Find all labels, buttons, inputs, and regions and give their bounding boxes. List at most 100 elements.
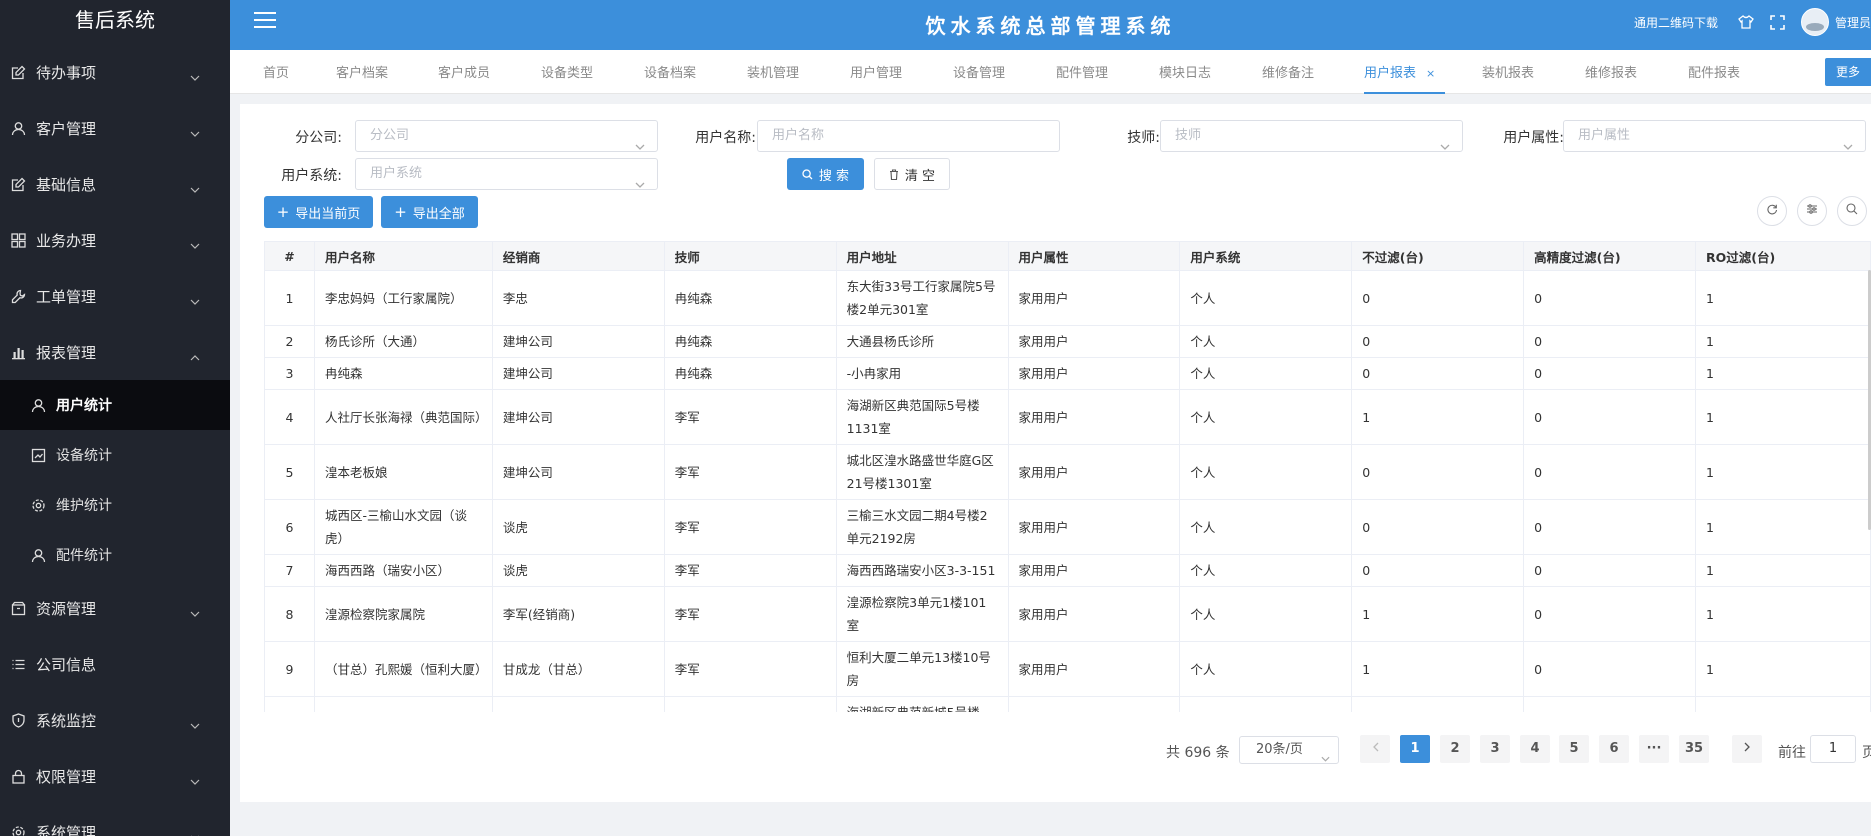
table-row[interactable]: 6 城西区-三榆山水文园（谈虎） 谈虎 李军 三榆三水文园二期4号楼2单元2192房 家用… bbox=[264, 499, 1871, 555]
tab-3[interactable]: 设备类型 bbox=[541, 50, 593, 94]
column-header[interactable]: # bbox=[264, 241, 315, 271]
table-cell: 家用用户 bbox=[1007, 696, 1181, 712]
table-cell: 家用用户 bbox=[1007, 357, 1181, 390]
tab-12[interactable]: 装机报表 bbox=[1482, 50, 1534, 94]
table-row[interactable]: 9 （甘总）孔熙媛（恒利大厦） 甘成龙（甘总） 李军 恒利大厦二单元13楼10号房 家用用… bbox=[264, 641, 1871, 697]
column-header[interactable]: 不过滤(台) bbox=[1351, 241, 1525, 271]
tab-13[interactable]: 维修报表 bbox=[1585, 50, 1637, 94]
sidebar-items-0[interactable]: 待办事项 bbox=[0, 44, 230, 100]
theme-icon[interactable] bbox=[1738, 15, 1754, 29]
tab-5[interactable]: 装机管理 bbox=[747, 50, 799, 94]
refresh-button[interactable] bbox=[1757, 196, 1787, 226]
sidebar-subitem-0[interactable]: 用户统计 bbox=[0, 380, 230, 430]
column-header[interactable]: RO过滤(台) bbox=[1695, 241, 1871, 271]
page-button[interactable]: 6 bbox=[1599, 735, 1629, 763]
table-row[interactable]: 7 海西西路（瑞安小区） 谈虎 李军 海西西路瑞安小区3-3-151 家用用户 个人 0 0 1 bbox=[264, 554, 1871, 587]
table-cell: 湟源检察院家属院 bbox=[313, 586, 493, 642]
table-cell: 0 bbox=[1523, 586, 1697, 642]
page-button[interactable]: 4 bbox=[1520, 735, 1550, 763]
more-tabs-button[interactable]: 更多 bbox=[1825, 58, 1871, 86]
export-all-button[interactable]: + 导出全部 bbox=[381, 196, 478, 228]
table-cell: 海西西路瑞安小区3-3-151 bbox=[835, 554, 1009, 587]
tab-label: 客户档案 bbox=[336, 66, 389, 81]
qr-download-link[interactable]: 通用二维码下载 bbox=[1634, 14, 1718, 31]
tab-10[interactable]: 维修备注 bbox=[1262, 50, 1314, 94]
table-row[interactable]: 2 杨氏诊所（大通） 建坤公司 冉纯森 大通县杨氏诊所 家用用户 个人 0 0 1 bbox=[264, 325, 1871, 358]
sidebar-subitem-2[interactable]: 维护统计 bbox=[0, 480, 230, 530]
pagination-total: 共 696 条 bbox=[1166, 745, 1230, 761]
sidebar-items-2[interactable]: 基础信息 bbox=[0, 156, 230, 212]
page-button[interactable]: 35 bbox=[1679, 735, 1709, 763]
table-cell: 海湖新区典范国际5号楼1131室 bbox=[835, 389, 1009, 445]
next-page-button[interactable] bbox=[1732, 735, 1762, 763]
tab-0[interactable]: 首页 bbox=[263, 50, 289, 94]
username-input[interactable]: 用户名称 bbox=[757, 120, 1060, 152]
search-button[interactable]: 搜 索 bbox=[787, 158, 864, 190]
page-button[interactable]: 5 bbox=[1559, 735, 1589, 763]
tab-label: 设备档案 bbox=[644, 66, 697, 81]
sidebar-items-1[interactable]: 客户管理 bbox=[0, 100, 230, 156]
fullscreen-icon[interactable] bbox=[1770, 14, 1785, 30]
tab-7[interactable]: 设备管理 bbox=[953, 50, 1005, 94]
page-button[interactable]: 2 bbox=[1440, 735, 1470, 763]
goto-page-input[interactable]: 1 bbox=[1810, 735, 1856, 763]
export-page-button[interactable]: + 导出当前页 bbox=[264, 196, 373, 228]
tech-select[interactable]: 技师 bbox=[1160, 120, 1463, 152]
page-button[interactable]: 1 bbox=[1400, 735, 1430, 763]
column-header[interactable]: 用户名称 bbox=[313, 241, 493, 271]
column-header[interactable]: 用户地址 bbox=[835, 241, 1009, 271]
system-select[interactable]: 用户系统 bbox=[355, 158, 658, 190]
tab-4[interactable]: 设备档案 bbox=[644, 50, 696, 94]
tab-11[interactable]: 用户报表 × bbox=[1364, 50, 1446, 94]
attr-label: 用户属性: bbox=[1503, 130, 1564, 146]
table-cell: 建坤公司 bbox=[491, 389, 665, 445]
tab-8[interactable]: 配件管理 bbox=[1056, 50, 1108, 94]
tab-2[interactable]: 客户成员 bbox=[438, 50, 490, 94]
table-cell: 个人 bbox=[1179, 357, 1353, 390]
table-row[interactable]: 8 湟源检察院家属院 李军(经销商) 李军 湟源检察院3单元1楼101室 家用用户 个人 1 0… bbox=[264, 586, 1871, 642]
table-row[interactable]: 1 李忠妈妈（工行家属院） 李忠 冉纯森 东大街33号工行家属院5号楼2单元301室 家用… bbox=[264, 270, 1871, 326]
tab-1[interactable]: 客户档案 bbox=[336, 50, 388, 94]
user-name[interactable]: 管理员 bbox=[1835, 14, 1871, 31]
tab-6[interactable]: 用户管理 bbox=[850, 50, 902, 94]
more-pages-button[interactable]: ··· bbox=[1639, 735, 1669, 763]
sidebar-subitem-1[interactable]: 设备统计 bbox=[0, 430, 230, 480]
table-cell: 个人 bbox=[1179, 325, 1353, 358]
column-header[interactable]: 高精度过滤(台) bbox=[1523, 241, 1697, 271]
page-size-select[interactable]: 20条/页 bbox=[1239, 736, 1339, 764]
sidebar-items-5[interactable]: 报表管理 bbox=[0, 324, 230, 380]
avatar[interactable] bbox=[1800, 8, 1829, 36]
prev-page-button[interactable] bbox=[1360, 735, 1390, 763]
column-header[interactable]: 技师 bbox=[663, 241, 837, 271]
toggle-search-button[interactable] bbox=[1837, 196, 1867, 226]
sidebar-items2-3[interactable]: 权限管理 bbox=[0, 748, 230, 804]
sidebar-items2-0[interactable]: 资源管理 bbox=[0, 580, 230, 636]
sidebar-items-3[interactable]: 业务办理 bbox=[0, 212, 230, 268]
clear-button[interactable]: 清 空 bbox=[874, 158, 950, 190]
column-header[interactable]: 用户属性 bbox=[1007, 241, 1181, 271]
page-button[interactable]: 3 bbox=[1480, 735, 1510, 763]
column-header[interactable]: 经销商 bbox=[491, 241, 665, 271]
table-row[interactable]: 4 人社厅长张海禄（典范国际） 建坤公司 李军 海湖新区典范国际5号楼1131室 家用用户… bbox=[264, 389, 1871, 445]
table-row[interactable]: 3 冉纯森 建坤公司 冉纯森 -小冉家用 家用用户 个人 0 0 1 bbox=[264, 357, 1871, 390]
column-header[interactable]: 用户系统 bbox=[1179, 241, 1353, 271]
attr-select[interactable]: 用户属性 bbox=[1563, 120, 1866, 152]
sidebar-items2-4[interactable]: 系统管理 bbox=[0, 804, 230, 836]
sidebar-items-4[interactable]: 工单管理 bbox=[0, 268, 230, 324]
branch-select[interactable]: 分公司 bbox=[355, 120, 658, 152]
sidebar-subitem-3[interactable]: 配件统计 bbox=[0, 530, 230, 580]
close-icon[interactable]: × bbox=[1426, 67, 1435, 80]
table-cell: 1 bbox=[264, 270, 315, 326]
shield-icon bbox=[10, 712, 26, 728]
tab-label: 装机报表 bbox=[1482, 66, 1535, 81]
page-size-value: 20条/页 bbox=[1256, 742, 1303, 757]
sidebar-items2-2[interactable]: 系统监控 bbox=[0, 692, 230, 748]
tab-9[interactable]: 模块日志 bbox=[1159, 50, 1211, 94]
tab-14[interactable]: 配件报表 bbox=[1688, 50, 1740, 94]
table-row[interactable]: 10（甘总）才加（典范新城）甘成龙（甘总）李军海湖新区典范新城5号楼1083室家… bbox=[264, 696, 1871, 712]
column-settings-button[interactable] bbox=[1797, 196, 1827, 226]
sidebar-items2-1[interactable]: 公司信息 bbox=[0, 636, 230, 692]
table-cell: 家用用户 bbox=[1007, 641, 1181, 697]
table-row[interactable]: 5 湟本老板娘 建坤公司 李军 城北区湟水路盛世华庭G区21号楼1301室 家用用户 个人 0… bbox=[264, 444, 1871, 500]
tab-label: 设备管理 bbox=[953, 66, 1006, 81]
